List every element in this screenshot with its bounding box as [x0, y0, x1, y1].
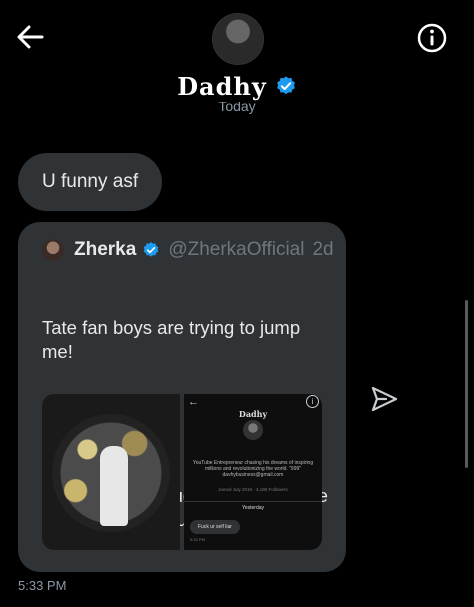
screenshot-message-bubble: Fuck ur self liar: [190, 520, 240, 534]
screenshot-joined: Joined July 2018 · 4,190 Followers: [218, 487, 288, 492]
verified-badge-icon: [276, 76, 295, 95]
info-button[interactable]: [416, 22, 448, 54]
screenshot-bio: YouTube Entrepreneur chasing his dreams …: [192, 460, 314, 478]
message-bubble[interactable]: U funny asf: [18, 153, 163, 211]
tweet-handle: @ZherkaOfficial: [168, 239, 305, 260]
send-icon: [371, 386, 398, 412]
tweet-media-photo[interactable]: [42, 394, 180, 550]
contact-name-row: Dadhy: [0, 70, 474, 102]
date-separator: Today: [218, 102, 256, 114]
tweet-author-avatar[interactable]: [42, 239, 64, 261]
tweet-header: Zherka @ZherkaOfficial 2d: [42, 238, 334, 262]
message-text: U funny asf: [42, 171, 139, 192]
screenshot-timestamp: 5:33 PM: [190, 537, 205, 542]
info-circle-icon: i: [306, 395, 319, 408]
tweet-text-line1: Tate fan boys are trying to jump me!: [42, 317, 306, 362]
screenshot-avatar: [243, 420, 263, 440]
screenshot-date-separator: Yesterday: [184, 501, 322, 511]
back-button[interactable]: [14, 22, 46, 52]
tweet-age: 2d: [312, 239, 334, 260]
scrollbar[interactable]: [465, 300, 468, 468]
screenshot-contact-name: Dadhy: [238, 409, 268, 419]
contact-avatar[interactable]: [212, 13, 264, 65]
info-circle-icon: [417, 23, 447, 53]
person-figure: [100, 446, 128, 526]
verified-badge-icon: [144, 242, 159, 257]
arrow-left-icon: [17, 25, 44, 49]
message-timestamp: 5:33 PM: [18, 578, 67, 593]
send-button[interactable]: [368, 384, 400, 414]
contact-name: Dadhy: [177, 71, 267, 101]
tweet-author-name[interactable]: Zherka: [74, 239, 136, 261]
arrow-left-icon: ←: [188, 396, 199, 408]
